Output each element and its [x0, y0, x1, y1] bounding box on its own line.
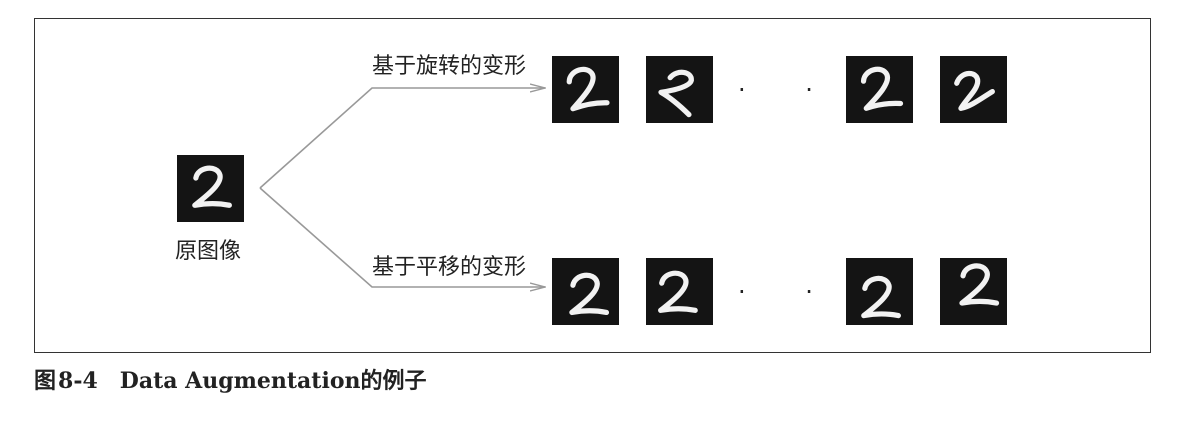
translated-digit-image	[846, 258, 913, 325]
translated-digit-image	[552, 258, 619, 325]
arrow-to-rotation	[259, 88, 545, 189]
rotated-digit-image	[646, 56, 713, 123]
figure-caption: 图8-4 Data Augmentation的例子	[34, 370, 427, 393]
rotated-digit-image	[552, 56, 619, 123]
rotated-digit-image	[940, 56, 1007, 123]
caption-number: 8-4	[58, 368, 98, 394]
original-digit-image	[177, 155, 244, 222]
original-image-label: 原图像	[175, 239, 242, 264]
caption-prefix: 图	[34, 369, 57, 394]
rotation-branch-label: 基于旋转的变形	[372, 54, 527, 79]
translated-digit-image	[940, 258, 1007, 325]
translated-digit-image	[646, 258, 713, 325]
translation-branch-label: 基于平移的变形	[372, 255, 527, 280]
rotated-digit-image	[846, 56, 913, 123]
caption-title: Data Augmentation的例子	[119, 368, 427, 394]
